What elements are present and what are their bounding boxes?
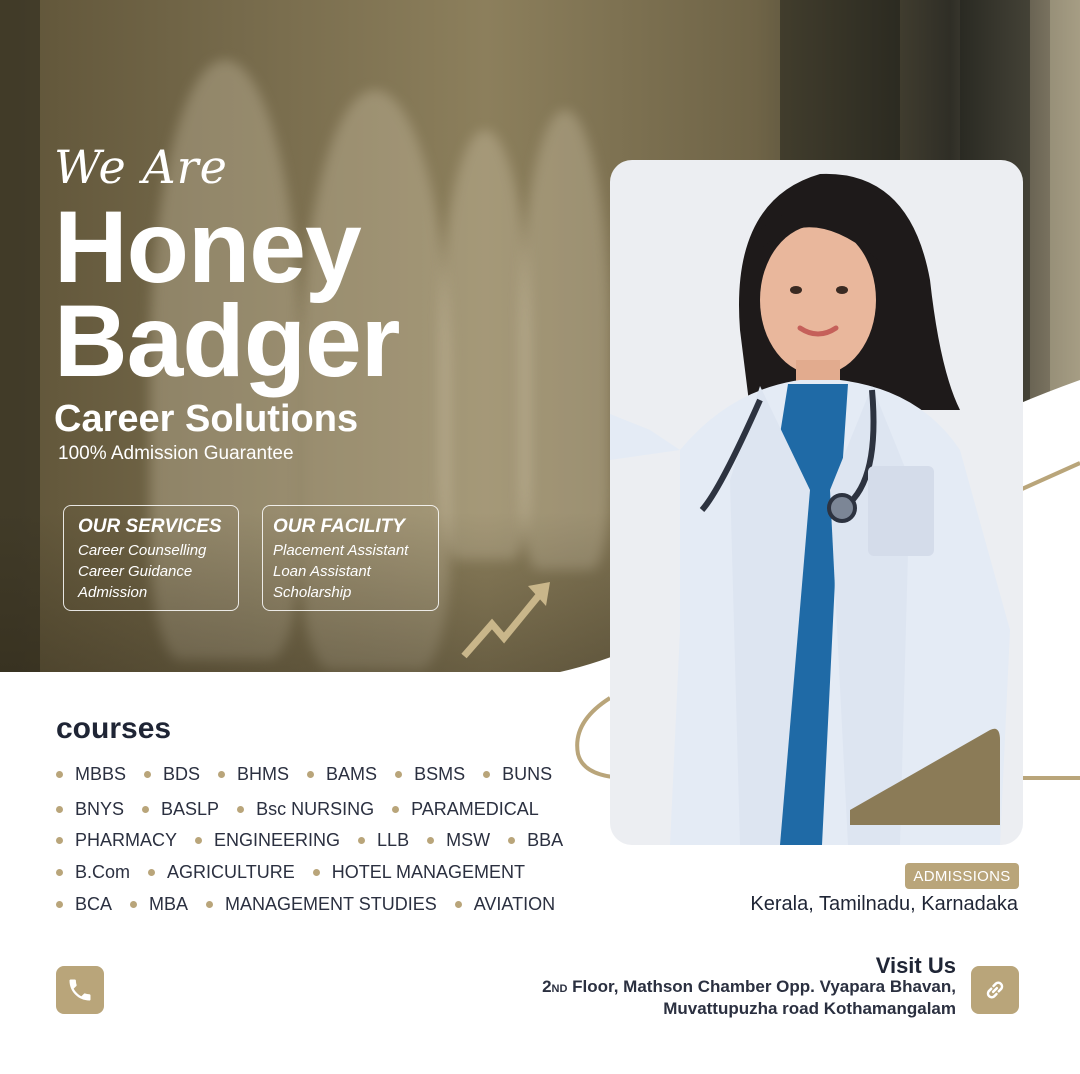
phone-button[interactable]: [56, 966, 104, 1014]
admission-states: Kerala, Tamilnadu, Karnadaka: [750, 893, 1018, 915]
floor-number: 2: [542, 977, 552, 996]
course-item: BAMS: [307, 764, 377, 785]
course-item: BHMS: [218, 764, 289, 785]
course-item: PHARMACY: [56, 830, 177, 851]
course-item: PARAMEDICAL: [392, 799, 539, 820]
bullet-dot: [312, 868, 320, 876]
course-item: AVIATION: [454, 894, 555, 915]
facility-title: OUR FACILITY: [273, 516, 405, 537]
service-item: Career Guidance: [78, 563, 193, 580]
bullet-dot: [395, 770, 403, 778]
bullet-dot: [508, 836, 516, 844]
services-title: OUR SERVICES: [78, 516, 222, 537]
bullet-dot: [142, 805, 150, 813]
brand-subtitle: Career Solutions: [54, 398, 359, 440]
brand-name-line1: Honey: [54, 190, 362, 304]
course-row: PHARMACY ENGINEERING LLB MSW BBA: [56, 828, 581, 852]
course-item: Bsc NURSING: [237, 799, 374, 820]
course-item: BCA: [56, 894, 112, 915]
course-row: BNYS BASLP Bsc NURSING PARAMEDICAL: [56, 797, 557, 821]
course-item: MSW: [427, 830, 490, 851]
bullet-dot: [56, 868, 63, 876]
tagline: 100% Admission Guarantee: [58, 443, 294, 464]
bullet-dot: [454, 900, 462, 908]
brand-name-line2: Badger: [54, 284, 400, 398]
course-item: ENGINEERING: [195, 830, 340, 851]
bullet-dot: [195, 836, 203, 844]
bullet-dot: [218, 770, 226, 778]
course-item: BSMS: [395, 764, 465, 785]
phone-icon: [69, 979, 91, 1001]
service-item: Career Counselling: [78, 542, 207, 559]
bullet-dot: [144, 770, 152, 778]
visit-us-heading: Visit Us: [875, 953, 956, 978]
course-item: BBA: [508, 830, 563, 851]
course-item: HOTEL MANAGEMENT: [312, 862, 525, 883]
course-item: MANAGEMENT STUDIES: [206, 894, 437, 915]
link-icon: [986, 981, 1004, 999]
services-box: OUR SERVICES Career Counselling Career G…: [63, 505, 239, 611]
bullet-dot: [392, 805, 400, 813]
bullet-dot: [130, 900, 138, 908]
bullet-dot: [483, 770, 491, 778]
doctor-illustration: [610, 173, 1010, 845]
bullet-dot: [358, 836, 366, 844]
floor-suffix: ND: [551, 983, 568, 995]
course-item: MBA: [130, 894, 188, 915]
facility-item: Scholarship: [273, 584, 352, 601]
course-item: LLB: [358, 830, 409, 851]
website-link-button[interactable]: [971, 966, 1019, 1014]
course-row: BCA MBA MANAGEMENT STUDIES AVIATION: [56, 892, 573, 916]
course-item: BUNS: [483, 764, 552, 785]
facility-item: Placement Assistant: [273, 542, 409, 559]
address-line1-text: Floor, Mathson Chamber Opp. Vyapara Bhav…: [567, 977, 956, 996]
bullet-dot: [56, 805, 63, 813]
course-item: MBBS: [56, 764, 126, 785]
service-item: Admission: [78, 584, 148, 601]
doctor-photo-card: [610, 160, 1023, 845]
bullet-dot: [237, 805, 245, 813]
courses-heading: courses: [56, 712, 172, 745]
course-item: AGRICULTURE: [148, 862, 295, 883]
course-item: B.Com: [56, 862, 130, 883]
facility-box: OUR FACILITY Placement Assistant Loan As…: [262, 505, 439, 611]
trend-arrow-icon: [461, 582, 550, 659]
bullet-dot: [56, 770, 63, 778]
course-row: MBBS BDS BHMS BAMS BSMS BUNS: [56, 762, 570, 786]
bullet-dot: [148, 868, 156, 876]
address-line2: Muvattupuzha road Kothamangalam: [663, 999, 956, 1018]
facility-list: Placement Assistant Loan Assistant Schol…: [273, 540, 424, 603]
course-row: B.Com AGRICULTURE HOTEL MANAGEMENT: [56, 860, 543, 884]
bullet-dot: [56, 900, 63, 908]
course-item: BDS: [144, 764, 200, 785]
course-item: BASLP: [142, 799, 219, 820]
facility-item: Loan Assistant: [273, 563, 371, 580]
bullet-dot: [307, 770, 315, 778]
address-line1: 2ND Floor, Mathson Chamber Opp. Vyapara …: [542, 977, 956, 997]
course-item: BNYS: [56, 799, 124, 820]
admissions-badge: ADMISSIONS: [905, 863, 1019, 889]
script-title: We Are: [54, 140, 228, 194]
services-list: Career Counselling Career Guidance Admis…: [78, 540, 224, 603]
bullet-dot: [206, 900, 214, 908]
bullet-dot: [427, 836, 435, 844]
gold-accent-line: [1021, 461, 1080, 491]
bullet-dot: [56, 836, 63, 844]
